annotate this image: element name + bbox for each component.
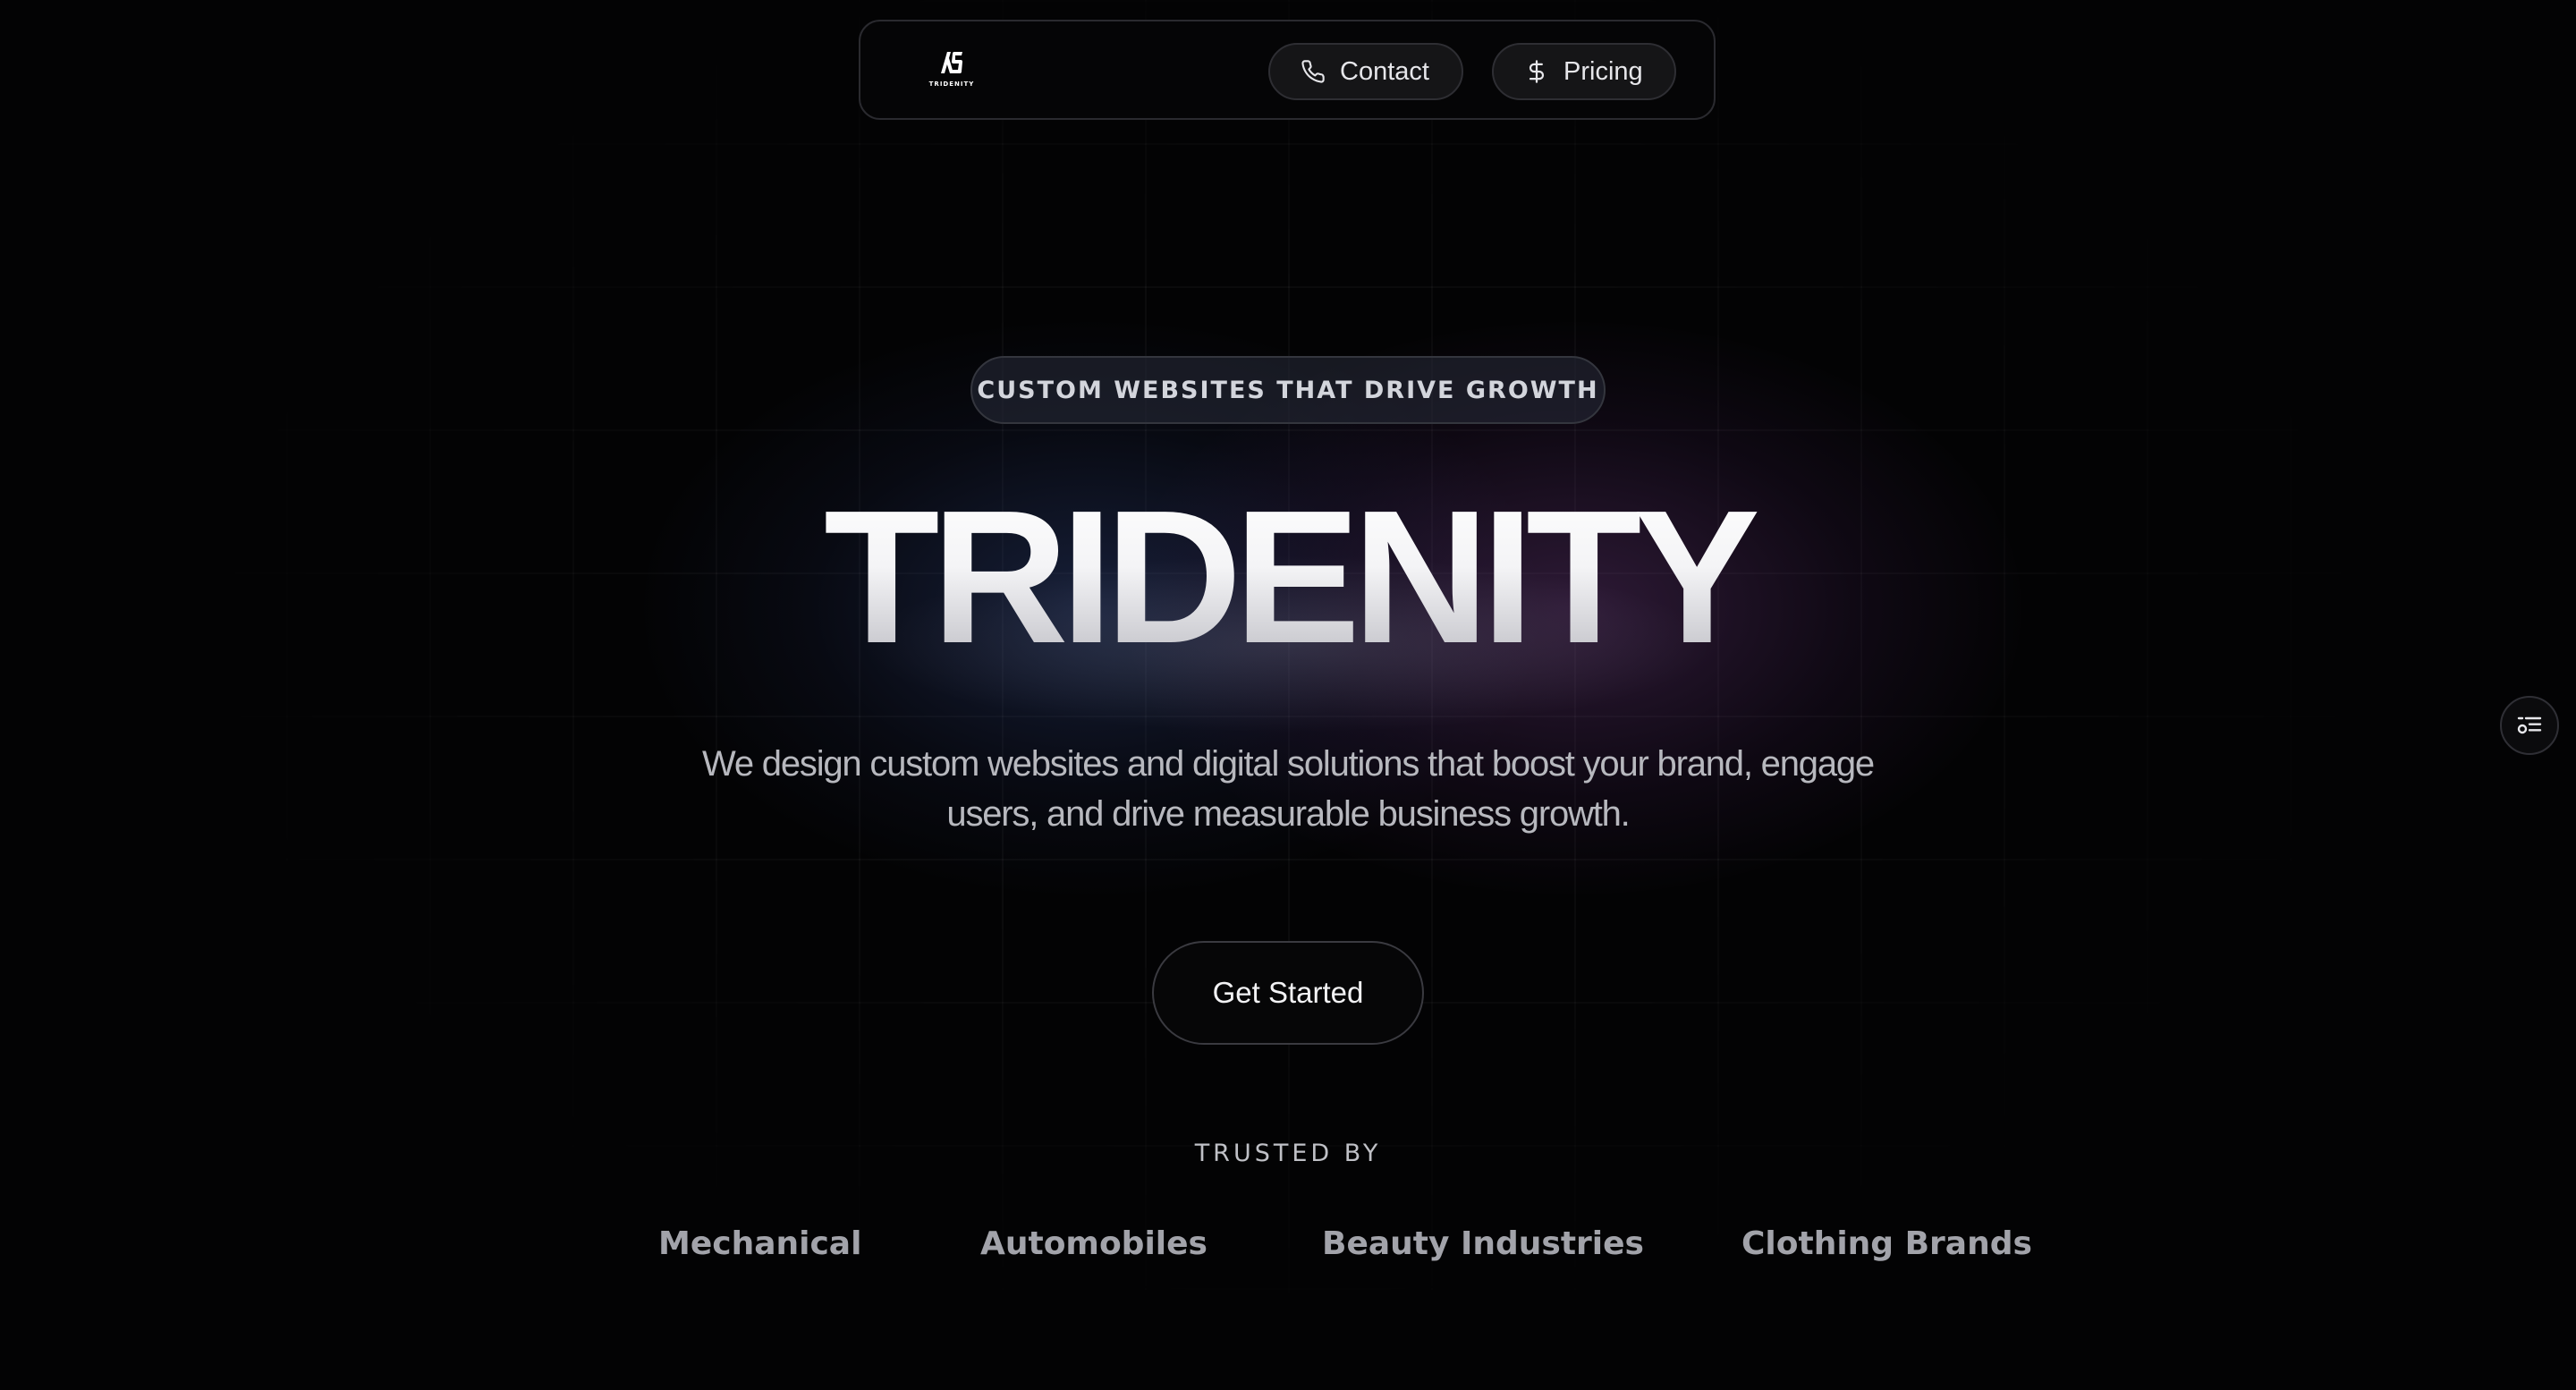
get-started-button[interactable]: Get Started [1152, 941, 1424, 1045]
hero-title: TRIDENITY [0, 474, 2576, 680]
trusted-brand: Mechanical [658, 1225, 862, 1262]
contact-button[interactable]: Contact [1268, 43, 1463, 100]
trusted-brand: Clothing Brands [1741, 1225, 2032, 1262]
pricing-label: Pricing [1563, 56, 1643, 86]
trusted-brand: Automobiles [980, 1225, 1208, 1262]
settings-list-icon [2517, 716, 2542, 734]
hero-subtitle: We design custom websites and digital so… [702, 744, 1875, 834]
brand-logo[interactable]: TRIDENITY [925, 48, 979, 93]
contact-label: Contact [1340, 56, 1429, 86]
trusted-brand: Beauty Industries [1322, 1225, 1644, 1262]
hero-tagline-badge: CUSTOM WEBSITES THAT DRIVE GROWTH [970, 356, 1606, 424]
logo-mark-icon [941, 52, 962, 73]
dollar-icon [1529, 60, 1545, 83]
logo-wordmark: TRIDENITY [928, 81, 975, 88]
side-settings-button[interactable] [2500, 696, 2559, 755]
pricing-button[interactable]: Pricing [1492, 43, 1676, 100]
phone-icon [1301, 60, 1325, 83]
trusted-by-label: TRUSTED BY [1194, 1140, 1382, 1167]
top-navbar: TRIDENITY Contact Pricing [859, 20, 1716, 120]
